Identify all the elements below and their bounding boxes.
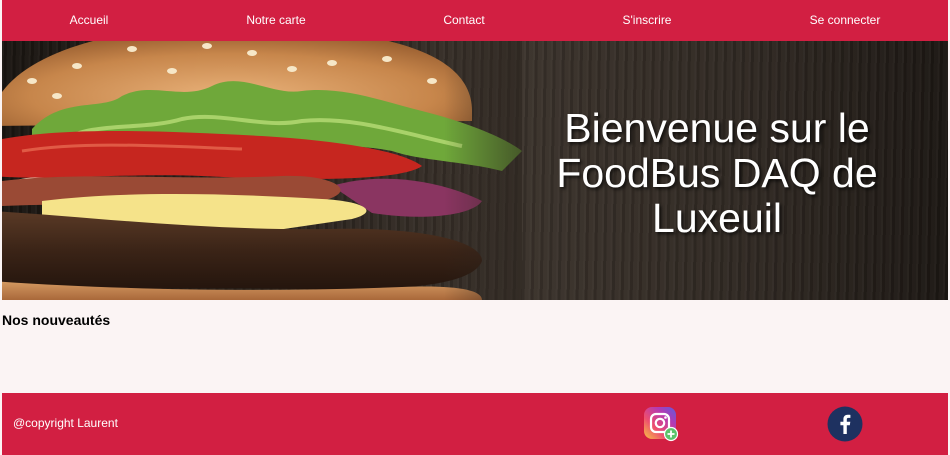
- nav-item-se-connecter[interactable]: Se connecter: [810, 0, 881, 41]
- hero-title: Bienvenue sur le FoodBus DAQ de Luxeuil: [556, 105, 878, 241]
- nav-item-notre-carte[interactable]: Notre carte: [246, 0, 305, 41]
- nav-item-sinscrire[interactable]: S'inscrire: [623, 0, 672, 41]
- instagram-icon[interactable]: [643, 406, 679, 442]
- top-nav: Accueil Notre carte Contact S'inscrire S…: [2, 0, 948, 41]
- nav-item-contact[interactable]: Contact: [443, 0, 484, 41]
- burger-image: [2, 41, 522, 300]
- section-title-nouveautes: Nos nouveautés: [2, 312, 111, 328]
- copyright-text: @copyright Laurent: [13, 416, 118, 430]
- footer: @copyright Laurent: [2, 393, 948, 455]
- hero-banner: Bienvenue sur le FoodBus DAQ de Luxeuil: [2, 41, 948, 300]
- page: Accueil Notre carte Contact S'inscrire S…: [0, 0, 950, 455]
- facebook-icon[interactable]: [827, 406, 863, 442]
- nav-item-accueil[interactable]: Accueil: [70, 0, 109, 41]
